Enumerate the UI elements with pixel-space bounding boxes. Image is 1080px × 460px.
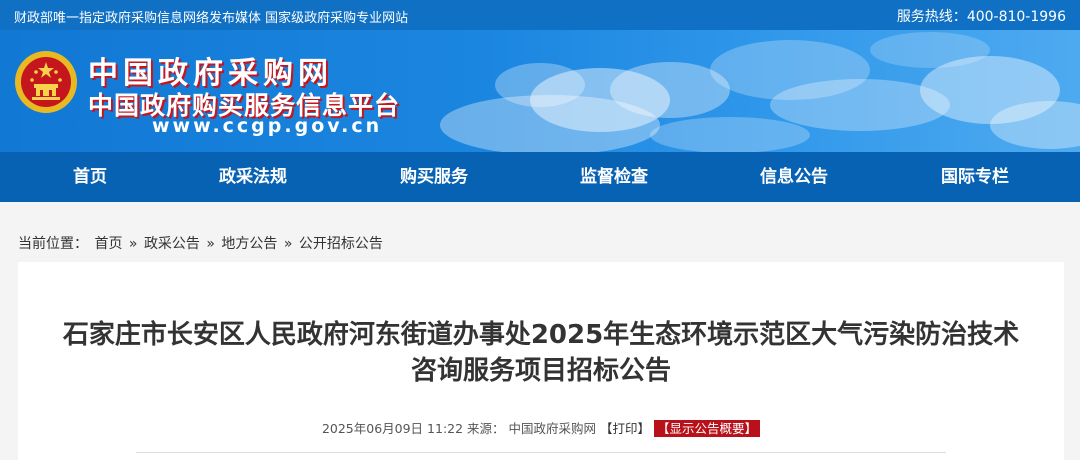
hotline-number: 400-810-1996 (966, 9, 1066, 25)
source-name: 中国政府采购网 (508, 421, 597, 436)
nav-item-regulations[interactable]: 政采法规 (183, 152, 323, 202)
nav-item-purchase-services[interactable]: 购买服务 (364, 152, 504, 202)
hotline-label: 服务热线： (896, 9, 967, 25)
article-meta: 2025年06月09日 11:22 来源： 中国政府采购网 【打印】 【显示公告… (18, 418, 1064, 437)
site-banner: 中国政府采购网 中国政府购买服务信息平台 www.ccgp.gov.cn (0, 30, 1080, 152)
article-title-line-2: 咨询服务项目招标公告 (410, 356, 671, 386)
main-nav: 首页 政采法规 购买服务 监督检查 信息公告 国际专栏 (0, 152, 1080, 202)
breadcrumb-item-local[interactable]: 地方公告 (221, 236, 277, 252)
cloud-background (440, 32, 1080, 152)
national-emblem-icon (15, 51, 77, 113)
source-label: 来源： (467, 421, 505, 436)
breadcrumb-item-home[interactable]: 首页 (94, 236, 122, 252)
print-button[interactable]: 【打印】 (600, 421, 650, 436)
article-title-line-1: 石家庄市长安区人民政府河东街道办事处2025年生态环境示范区大气污染防治技术 (62, 320, 1020, 350)
site-slogan: 财政部唯一指定政府采购信息网络发布媒体 国家级政府采购专业网站 (14, 11, 409, 26)
nav-item-announcements[interactable]: 信息公告 (724, 152, 864, 202)
service-hotline: 服务热线：400-810-1996 (897, 6, 1066, 26)
show-summary-button[interactable]: 【显示公告概要】 (654, 420, 761, 437)
breadcrumb-label: 当前位置： (18, 236, 88, 252)
breadcrumb-separator: » (128, 236, 138, 252)
publish-date: 2025年06月09日 11:22 (321, 421, 464, 436)
breadcrumb-item-current[interactable]: 公开招标公告 (299, 236, 383, 252)
divider (136, 452, 946, 453)
breadcrumb: 当前位置： 首页 » 政采公告 » 地方公告 » 公开招标公告 (18, 233, 385, 253)
breadcrumb-separator: » (206, 236, 215, 252)
nav-item-international[interactable]: 国际专栏 (905, 152, 1045, 202)
article-card: 石家庄市长安区人民政府河东街道办事处2025年生态环境示范区大气污染防治技术 咨… (18, 262, 1064, 460)
site-url: www.ccgp.gov.cn (152, 115, 383, 137)
nav-item-supervision[interactable]: 监督检查 (544, 152, 684, 202)
breadcrumb-item-announcements[interactable]: 政采公告 (144, 236, 200, 252)
article-title: 石家庄市长安区人民政府河东街道办事处2025年生态环境示范区大气污染防治技术 咨… (18, 317, 1064, 389)
nav-item-home[interactable]: 首页 (20, 152, 160, 202)
breadcrumb-separator: » (283, 236, 293, 252)
top-info-bar: 财政部唯一指定政府采购信息网络发布媒体 国家级政府采购专业网站 服务热线：400… (0, 0, 1080, 30)
